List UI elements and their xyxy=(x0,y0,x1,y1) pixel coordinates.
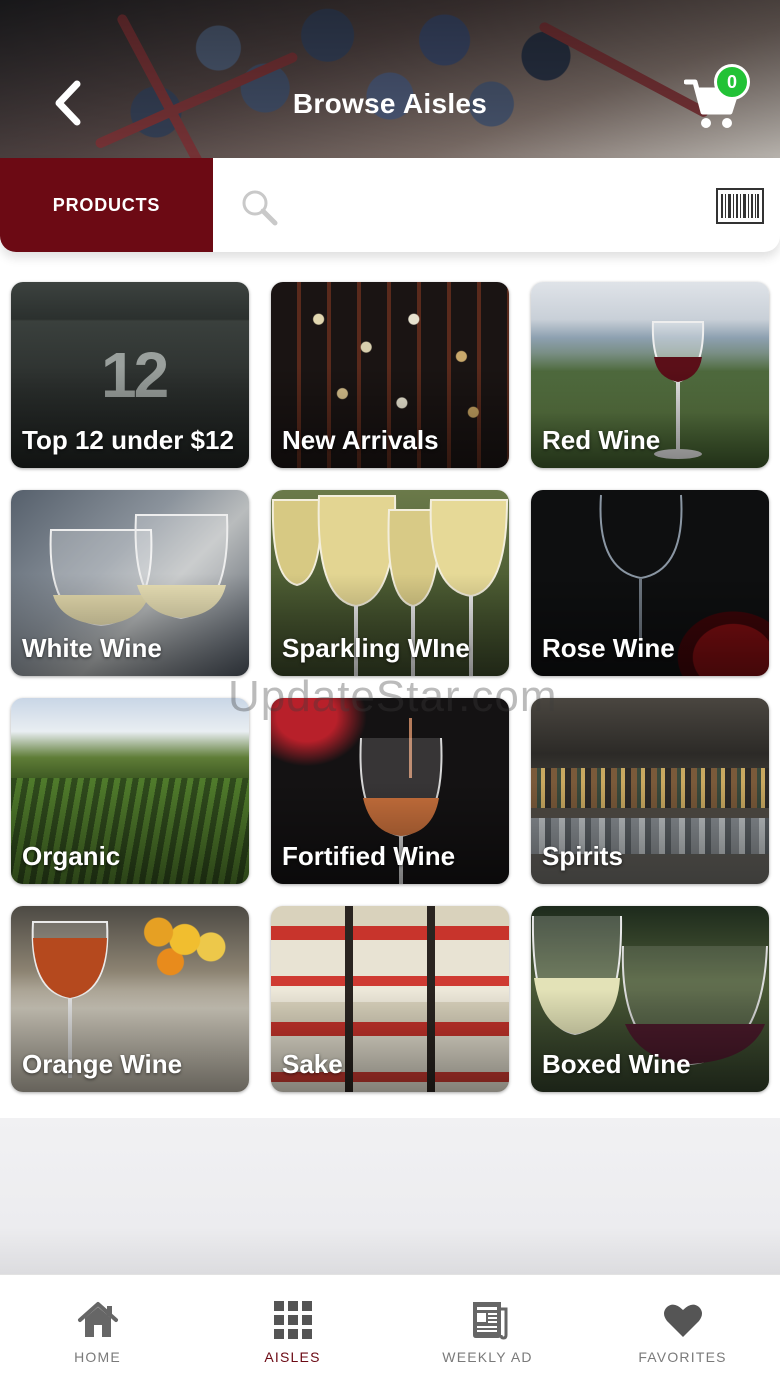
page-title: Browse Aisles xyxy=(292,88,488,119)
aisle-tile-orange-wine[interactable]: Orange Wine xyxy=(11,906,249,1092)
aisle-label: Rose Wine xyxy=(542,633,675,663)
tab-aisles[interactable]: AISLES xyxy=(195,1275,390,1387)
aisle-label: Sparkling WIne xyxy=(282,633,470,663)
search-input[interactable] xyxy=(290,183,690,227)
aisle-label: White Wine xyxy=(22,633,162,663)
tab-weekly-ad[interactable]: WEEKLY AD xyxy=(390,1275,585,1387)
aisle-tile-new-arrivals[interactable]: New Arrivals xyxy=(271,282,509,468)
aisle-label: Fortified Wine xyxy=(282,841,456,871)
bottom-tab-bar: HOME AISLES WEEKLY AD FAVORITES xyxy=(0,1274,780,1387)
header-banner xyxy=(0,0,780,160)
aisle-tile-red-wine[interactable]: Red Wine xyxy=(531,282,769,468)
home-icon xyxy=(77,1302,118,1337)
aisle-label: Orange Wine xyxy=(22,1049,183,1079)
aisles-grid: 12 Top 12 under $12 New Arrivals Red Win… xyxy=(0,252,780,1118)
aisle-tile-rose-wine[interactable]: Rose Wine xyxy=(531,490,769,676)
tab-label: HOME xyxy=(74,1349,121,1365)
aisle-label: Sake xyxy=(282,1049,343,1079)
newspaper-icon xyxy=(472,1302,507,1340)
tab-label: FAVORITES xyxy=(638,1349,727,1365)
aisle-label: Top 12 under $12 xyxy=(22,425,234,455)
tab-label: AISLES xyxy=(264,1349,321,1365)
aisle-tile-sake[interactable]: Sake xyxy=(271,906,509,1092)
cart-count-badge: 0 xyxy=(714,64,750,100)
aisle-label: Red Wine xyxy=(542,425,661,455)
aisle-tile-top-12[interactable]: 12 Top 12 under $12 xyxy=(11,282,249,468)
aisle-tile-spirits[interactable]: Spirits xyxy=(531,698,769,884)
search-icon xyxy=(242,190,278,226)
grid-icon xyxy=(273,1301,312,1339)
aisle-label: Boxed Wine xyxy=(542,1049,691,1079)
heart-icon xyxy=(663,1304,702,1337)
aisle-tile-boxed-wine[interactable]: Boxed Wine xyxy=(531,906,769,1092)
aisle-tile-fortified-wine[interactable]: Fortified Wine xyxy=(271,698,509,884)
aisle-label: New Arrivals xyxy=(282,425,439,455)
aisle-label: Spirits xyxy=(542,841,623,871)
aisle-label: Organic xyxy=(22,841,121,871)
empty-area xyxy=(0,1118,780,1274)
products-tab[interactable]: PRODUCTS xyxy=(0,158,213,252)
aisle-tile-organic[interactable]: Organic xyxy=(11,698,249,884)
tab-label: WEEKLY AD xyxy=(442,1349,533,1365)
search-bar: PRODUCTS xyxy=(0,158,780,252)
tab-home[interactable]: HOME xyxy=(0,1275,195,1387)
aisle-tile-white-wine[interactable]: White Wine xyxy=(11,490,249,676)
tab-favorites[interactable]: FAVORITES xyxy=(585,1275,780,1387)
barcode-icon[interactable] xyxy=(716,188,764,224)
aisle-tile-sparkling-wine[interactable]: Sparkling WIne xyxy=(271,490,509,676)
